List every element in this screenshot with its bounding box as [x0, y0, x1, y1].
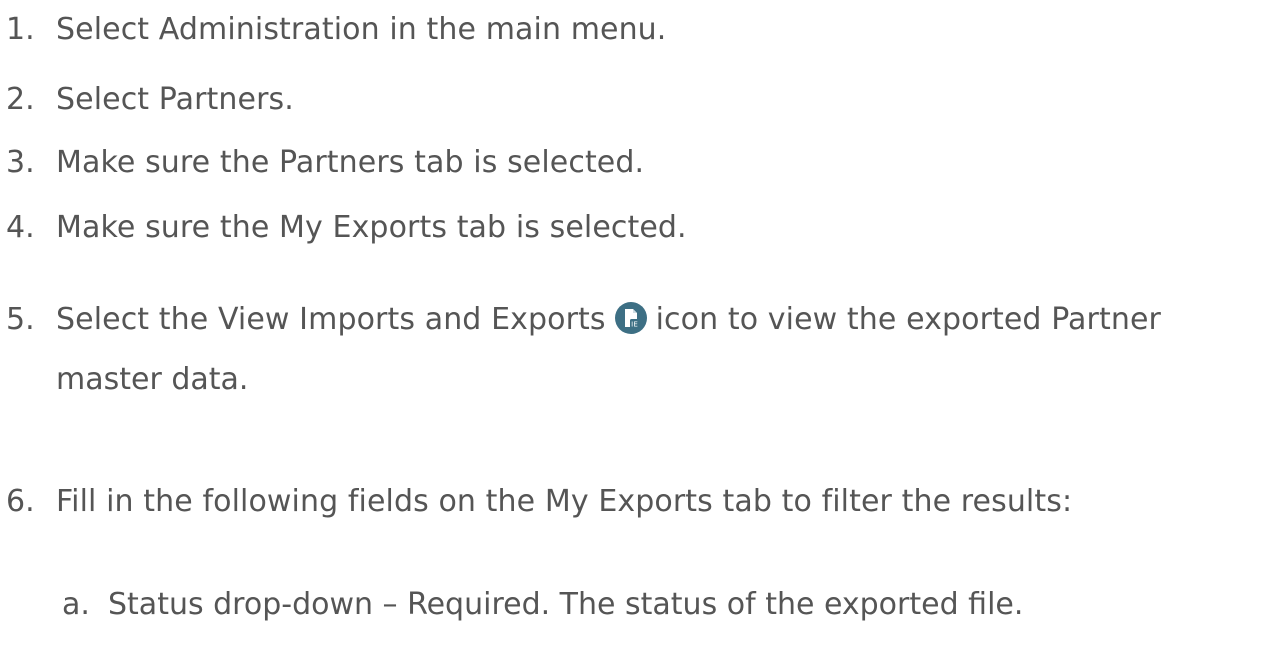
substep-a: a. Status drop-down – Required. The stat… [62, 585, 1023, 625]
step-2: 2. Select Partners. [0, 80, 294, 120]
step-text: Make sure the My Exports tab is selected… [56, 210, 687, 245]
step-6: 6. Fill in the following fields on the M… [0, 482, 1072, 522]
step-text-before-icon: Select the View Imports and Exports [56, 302, 606, 337]
step-number: 5. [6, 302, 35, 337]
step-text: Select Partners. [56, 82, 294, 117]
instruction-document: 1. Select Administration in the main men… [0, 0, 1272, 650]
step-number: 2. [6, 82, 35, 117]
step-text: Make sure the Partners tab is selected. [56, 145, 645, 180]
step-text: Select Administration in the main menu. [56, 12, 667, 47]
step-5-continuation: master data. [56, 362, 249, 397]
view-imports-exports-icon: IE [614, 302, 647, 334]
step-text: Fill in the following fields on the My E… [56, 484, 1073, 519]
step-text-after-icon: icon to view the exported Partner [655, 302, 1161, 337]
step-number: 3. [6, 145, 35, 180]
substep-letter: a. [62, 587, 90, 622]
step-number: 6. [6, 484, 35, 519]
step-text: Select the View Imports and Exports IE i… [56, 300, 1161, 340]
step-1: 1. Select Administration in the main men… [0, 10, 666, 50]
step-3: 3. Make sure the Partners tab is selecte… [0, 143, 644, 183]
substep-text: Status drop-down – Required. The status … [108, 587, 1024, 622]
step-number: 4. [6, 210, 35, 245]
step-number: 1. [6, 12, 35, 47]
svg-text:IE: IE [631, 321, 638, 329]
step-5: 5. Select the View Imports and Exports I… [0, 300, 1161, 340]
step-4: 4. Make sure the My Exports tab is selec… [0, 208, 687, 248]
